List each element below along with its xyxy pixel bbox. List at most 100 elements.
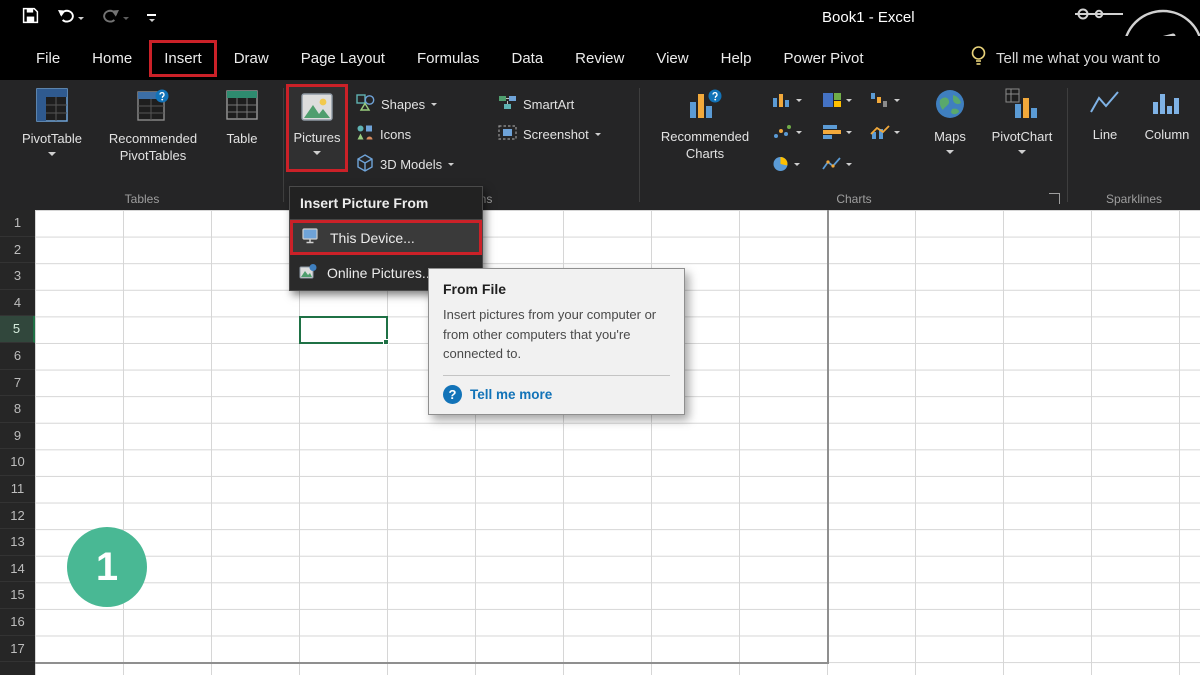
tab-page-layout[interactable]: Page Layout xyxy=(285,39,401,78)
used-range-right-edge xyxy=(827,210,829,663)
combo-chart-icon xyxy=(870,124,890,140)
tab-draw[interactable]: Draw xyxy=(218,39,285,78)
line-chart-icon xyxy=(822,156,842,172)
pictures-caret-icon xyxy=(313,151,321,155)
tab-home[interactable]: Home xyxy=(76,39,148,78)
smartart-button[interactable]: SmartArt xyxy=(498,92,574,116)
screenshot-caret-icon xyxy=(595,133,601,136)
table-label: Table xyxy=(226,131,257,147)
icons-label: Icons xyxy=(380,127,411,142)
row-header-8[interactable]: 8 xyxy=(0,396,35,423)
row-header-13[interactable]: 13 xyxy=(0,529,35,556)
row-header-15[interactable]: 15 xyxy=(0,582,35,609)
pictures-label: Pictures xyxy=(294,130,341,146)
tab-review[interactable]: Review xyxy=(559,39,640,78)
tab-view[interactable]: View xyxy=(640,39,704,78)
save-button[interactable] xyxy=(18,4,43,32)
3d-models-icon xyxy=(356,154,374,175)
maps-button[interactable]: Maps xyxy=(922,88,978,154)
row-header-10[interactable]: 10 xyxy=(0,449,35,476)
row-header-3[interactable]: 3 xyxy=(0,263,35,290)
insert-scatter-chart-button[interactable] xyxy=(772,124,802,140)
screenshot-button[interactable]: Screenshot xyxy=(498,122,601,146)
row-header-4[interactable]: 4 xyxy=(0,290,35,317)
row-header-1[interactable]: 1 xyxy=(0,210,35,237)
scatter-chart-caret-icon xyxy=(796,131,802,134)
document-title: Book1 - Excel xyxy=(822,0,915,36)
tab-file[interactable]: File xyxy=(20,39,76,78)
pictures-button[interactable]: Pictures xyxy=(286,84,348,172)
sparkline-column-button[interactable]: Column xyxy=(1138,88,1196,144)
shapes-caret-icon xyxy=(431,103,437,106)
table-button[interactable]: Table xyxy=(212,88,272,148)
row-header-12[interactable]: 12 xyxy=(0,503,35,530)
pivotchart-button[interactable]: PivotChart xyxy=(984,88,1060,154)
tab-insert[interactable]: Insert xyxy=(149,40,217,77)
waterfall-chart-caret-icon xyxy=(894,99,900,102)
redo-dropdown-caret-icon[interactable] xyxy=(123,17,129,20)
hierarchy-chart-icon xyxy=(822,92,842,108)
recommended-pivottables-icon xyxy=(137,88,169,126)
row-header-17[interactable]: 17 xyxy=(0,636,35,663)
selected-cell[interactable] xyxy=(299,316,388,344)
tell-me-more-link[interactable]: Tell me more xyxy=(443,385,670,404)
tab-formulas[interactable]: Formulas xyxy=(401,39,496,78)
tab-data[interactable]: Data xyxy=(495,39,559,78)
this-device-label: This Device... xyxy=(330,230,415,246)
charts-dialog-launcher-icon[interactable] xyxy=(1049,193,1060,204)
excel-window: Book1 - Excel File Home Insert Draw Page… xyxy=(0,0,1200,675)
3d-models-label: 3D Models xyxy=(380,157,442,172)
recommended-pivottables-button[interactable]: Recommended PivotTables xyxy=(98,88,208,164)
row-header-7[interactable]: 7 xyxy=(0,370,35,397)
tooltip-title: From File xyxy=(443,281,670,297)
shapes-icon xyxy=(356,94,375,114)
icons-button[interactable]: Icons xyxy=(356,122,411,146)
save-icon xyxy=(22,7,39,29)
row-header-11[interactable]: 11 xyxy=(0,476,35,503)
row-header-6[interactable]: 6 xyxy=(0,343,35,370)
online-pictures-icon xyxy=(299,263,318,282)
row-header-2[interactable]: 2 xyxy=(0,237,35,264)
tab-power-pivot[interactable]: Power Pivot xyxy=(767,39,879,78)
waterfall-chart-icon xyxy=(870,92,890,108)
insert-column-chart-button[interactable] xyxy=(772,92,802,108)
insert-line-chart-button[interactable] xyxy=(822,156,852,172)
sparkline-column-icon xyxy=(1151,88,1183,122)
maps-label: Maps xyxy=(934,129,966,145)
tooltip-divider xyxy=(443,375,670,376)
pivotchart-caret-icon xyxy=(1018,150,1026,154)
shapes-button[interactable]: Shapes xyxy=(356,92,437,116)
row-header-16[interactable]: 16 xyxy=(0,609,35,636)
row-header-5[interactable]: 5 xyxy=(0,316,35,343)
from-file-tooltip: From File Insert pictures from your comp… xyxy=(428,268,685,415)
maps-caret-icon xyxy=(946,150,954,154)
menu-item-this-device[interactable]: This Device... xyxy=(290,220,482,255)
insert-combo-chart-button[interactable] xyxy=(870,124,900,140)
customize-quick-access-button[interactable] xyxy=(143,11,160,25)
charts-group-label: Charts xyxy=(640,192,1068,206)
tab-help[interactable]: Help xyxy=(705,39,768,78)
insert-pie-chart-button[interactable] xyxy=(772,156,800,172)
redo-button[interactable] xyxy=(98,5,133,32)
pivottable-icon xyxy=(36,88,68,126)
column-chart-caret-icon xyxy=(796,99,802,102)
undo-button[interactable] xyxy=(53,5,88,32)
pivottable-caret-icon xyxy=(48,152,56,156)
undo-dropdown-caret-icon[interactable] xyxy=(78,17,84,20)
recommended-charts-button[interactable]: Recommended Charts xyxy=(652,88,758,162)
insert-waterfall-chart-button[interactable] xyxy=(870,92,900,108)
sparkline-line-button[interactable]: Line xyxy=(1080,88,1130,144)
help-question-icon xyxy=(443,385,462,404)
row-header-14[interactable]: 14 xyxy=(0,556,35,583)
insert-hierarchy-chart-button[interactable] xyxy=(822,92,852,108)
fill-handle[interactable] xyxy=(383,339,389,345)
insert-bar-chart-button[interactable] xyxy=(822,124,852,140)
ribbon-group-charts: Recommended Charts xyxy=(640,80,1068,210)
tell-me-search[interactable]: Tell me what you want to xyxy=(970,36,1200,80)
sparkline-line-icon xyxy=(1089,88,1121,122)
online-pictures-label: Online Pictures... xyxy=(327,265,434,281)
sparkline-column-label: Column xyxy=(1145,127,1190,143)
row-header-9[interactable]: 9 xyxy=(0,423,35,450)
3d-models-button[interactable]: 3D Models xyxy=(356,152,454,176)
pivottable-button[interactable]: PivotTable xyxy=(10,88,94,156)
